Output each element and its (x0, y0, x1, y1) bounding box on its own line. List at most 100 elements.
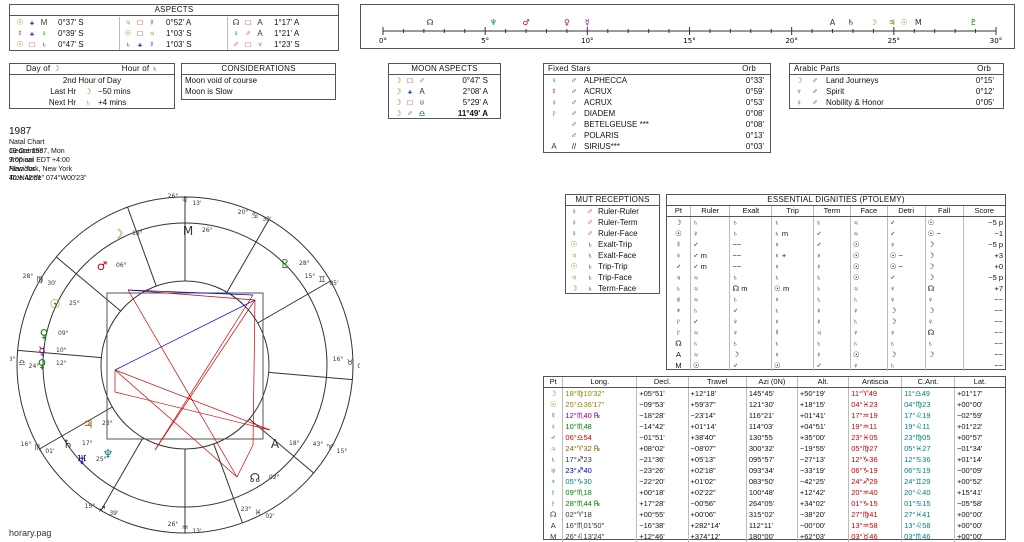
cusp-degree-label: 26° (168, 521, 179, 528)
dignities-cell: ♄ (689, 305, 730, 316)
dignities-cell: ♄ (886, 338, 926, 349)
dignities-cell: ♄ (813, 216, 851, 228)
star-name: ALPHECCA (584, 76, 628, 85)
table-row: M ☉ ♂ ☉ ♂ ♀ ♄ −− (667, 360, 1005, 371)
dignities-header-cell: Pt (667, 206, 691, 217)
aspect-row: ♄ ⚹ ☿ 1°03' S (122, 39, 227, 50)
dignities-cell: ♄ (813, 283, 851, 294)
planet-icon: ♂ (233, 40, 239, 49)
positions-header-cell: Travel (687, 377, 747, 388)
dignities-cell: ♃ (689, 272, 730, 283)
planet-icon: ☉ (124, 29, 132, 38)
aspect-icon: □ (245, 40, 251, 49)
aspects-title: ASPECTS (10, 5, 338, 16)
dignities-cell: ♆ (675, 306, 682, 315)
aspect-orb: 1°17' A (274, 18, 300, 27)
mut-reception-row: ☉ ♄ Trip-Trip (566, 261, 659, 272)
dignities-cell: ♄ (729, 272, 772, 283)
moon-aspects-panel: MOON ASPECTS ☽ □ ♂ 0°47' S ☽ ⚹ A 2°08' A ☽ □ ♅ 5°29… (388, 63, 501, 119)
dignities-cell: ♃ (849, 216, 888, 228)
positions-cell-decl: −01°51' (636, 432, 689, 443)
moon-aspect-row: ☽ □ ♂ 0°47' S (389, 75, 500, 86)
planet-glyph: ♇ (280, 257, 291, 271)
positions-cell-azi: 095°57' (745, 454, 798, 465)
dignities-cell: ♀ + (771, 250, 814, 261)
house-cusp-line (268, 371, 353, 381)
aspect-orb: 1°21' A (274, 29, 300, 38)
dignities-cell: ♂ (886, 272, 926, 283)
day-hour-panel: Day of ☽ Hour of ♄ 2nd Hour of Day Last H… (9, 63, 175, 109)
fixed-star-row: ♀ ♂ ACRUX 0°53' (544, 97, 770, 108)
positions-cell-azi: 315°02' (745, 509, 798, 520)
aspect-icon: ⚹ (29, 29, 35, 38)
planet-glyph: ♆ (103, 447, 114, 461)
dignities-cell: ☉ (771, 360, 814, 371)
mut-receptions-list: ♀ ♂ Ruler-Ruler ♀ ♂ Ruler-Term ♀ ♂ Ruler-Face ☉ ♄ E… (566, 206, 659, 294)
planet-glyph: M (183, 224, 193, 238)
positions-cell-lat: +00°52' (953, 476, 1005, 487)
positions-cell-azi: 083°50' (745, 476, 798, 487)
aspect-icon: □ (245, 18, 251, 27)
dignities-cell: ♂ (729, 360, 772, 371)
day-hour-row: Last Hr ☽ −50 mins (10, 86, 174, 97)
dignities-cell: ♃ (849, 283, 888, 294)
aspect-orb: 0°39' S (58, 29, 84, 38)
cusp-degree-label: 15° (305, 273, 316, 280)
positions-cell-long: 28°♏44 ℞ (562, 498, 637, 509)
positions-cell-long: 25°♎36'17" (562, 399, 637, 410)
dignities-cell: ♀ (849, 327, 888, 338)
positions-cell-cant: 04°♍23 (901, 399, 955, 410)
dignities-cell: −− (962, 294, 1005, 305)
positions-cell-alt: +12°42' (796, 487, 849, 498)
positions-cell-cant: 13°♌58 (901, 520, 955, 531)
planet-degree: 25° (69, 300, 80, 307)
planet-icon: ♀ (571, 218, 577, 227)
dignities-cell: ♄ (771, 272, 814, 283)
positions-cell-travel: −00'56" (687, 498, 747, 509)
house-cusp-line (55, 256, 121, 312)
dignities-cell: ☽ (924, 272, 964, 283)
essential-dignities-panel: ESSENTIAL DIGNITIES (PTOLEMY) Pt Ruler Exa… (666, 194, 1006, 371)
part-name: Land Journeys (826, 76, 879, 85)
dignities-cell: ♂ (813, 239, 851, 250)
positions-cell-anti: 12°♑36 (848, 454, 902, 465)
timeline-planet-marker: ♆ (490, 18, 497, 27)
positions-cell-azi: 093°34' (745, 465, 798, 476)
day-hour-label: Last Hr (50, 87, 76, 96)
planet-icon: ☽ (570, 284, 578, 293)
moon-aspect-orb: 2°08' A (462, 87, 488, 96)
dignities-cell: ☊ (924, 327, 964, 338)
positions-cell-anti: 06°♑19 (848, 465, 902, 476)
footer-filename: horary.pag (9, 528, 52, 538)
day-hour-label: 2nd Hour of Day (62, 76, 122, 85)
planet-icon: ♀ (796, 98, 802, 107)
aspect-icon: □ (407, 76, 413, 85)
moon-icon: ☽ (394, 98, 402, 107)
dignities-header-cell: Trip (771, 206, 814, 217)
aspect-orb: 0°37' S (58, 18, 84, 27)
positions-cell-pt: ☿ (550, 411, 557, 420)
aspect-row: ☿ ⚹ ♀ 0°39' S (14, 28, 119, 39)
planet-icon: ☉ (570, 262, 578, 271)
positions-cell-cant: 19°♌11 (901, 421, 955, 432)
table-row: ♃ ♃ ♄ ♄ ♄ ☉ ♂ ☽ −5 p (667, 272, 1005, 283)
planet-degree: 10° (56, 347, 67, 354)
planet-icon: ♃ (125, 18, 131, 27)
planet-glyph: ♃ (83, 417, 94, 431)
mut-reception-row: ♃ ♄ Exalt-Face (566, 250, 659, 261)
cusp-minute-label: 30' (47, 280, 57, 287)
dignities-cell: A (675, 350, 681, 359)
positions-cell-lat: +15°41' (953, 487, 1005, 498)
dignities-cell: ♄ (729, 338, 772, 349)
timeline-tick-label: 0° (379, 37, 387, 45)
timeline-planet-marker: ☉ (900, 18, 907, 27)
table-row: ♇ 28°♏44 ℞ +17°28' −00'56" 264°05' +34°02' 01°… (544, 498, 1005, 509)
aspect-icon: ♂ (571, 76, 577, 85)
hour-planet-icon: ☽ (84, 87, 92, 96)
dignities-cell: ☉ (849, 239, 888, 250)
dignities-cell: −− (962, 338, 1005, 349)
positions-cell-travel: −08'07" (687, 443, 747, 454)
positions-cell-decl: −16°38' (636, 520, 689, 531)
cusp-sign-label: ♓ (254, 508, 261, 517)
dignities-cell: ♄ (886, 360, 926, 371)
